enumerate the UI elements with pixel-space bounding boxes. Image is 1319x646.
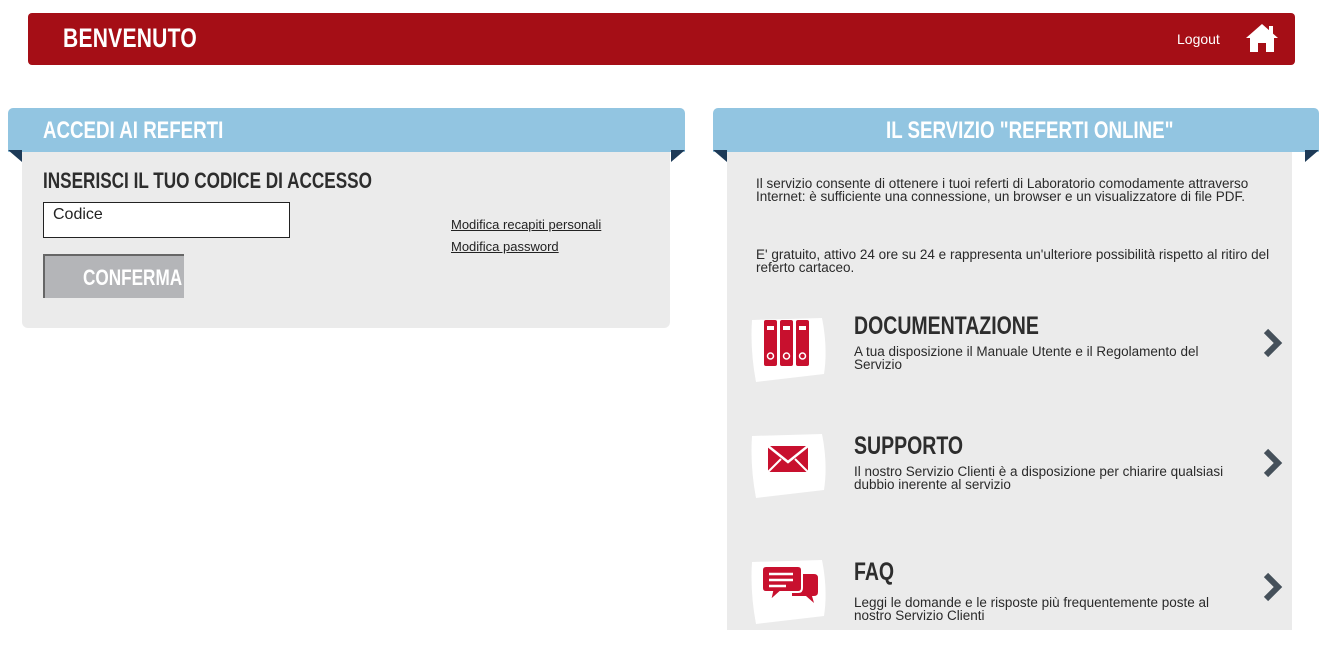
chevron-right-icon[interactable] bbox=[1262, 328, 1284, 358]
support-title: SUPPORTO bbox=[854, 432, 964, 460]
service-panel-title: IL SERVIZIO "REFERTI ONLINE" bbox=[886, 117, 1174, 144]
service-intro-paragraph: Il servizio consente di ottenere i tuoi … bbox=[756, 176, 1249, 204]
header-bar: BENVENUTO Logout bbox=[28, 13, 1295, 65]
documentation-description: A tua disposizione il Manuale Utente e i… bbox=[854, 344, 1199, 372]
service-intro-paragraph-2: E' gratuito, attivo 24 ore su 24 e rappr… bbox=[756, 247, 1270, 275]
panel-fold-decoration bbox=[8, 150, 22, 162]
panel-fold-decoration bbox=[671, 150, 685, 162]
faq-description: Leggi le domande e le risposte più frequ… bbox=[854, 595, 1209, 623]
confirm-button[interactable]: CONFERMA bbox=[43, 254, 184, 298]
edit-password-link[interactable]: Modifica password bbox=[451, 239, 559, 254]
chevron-right-icon[interactable] bbox=[1262, 572, 1284, 602]
edit-contacts-link[interactable]: Modifica recapiti personali bbox=[451, 217, 601, 232]
access-code-heading: INSERISCI IL TUO CODICE DI ACCESSO bbox=[43, 168, 372, 193]
home-icon[interactable] bbox=[1244, 22, 1280, 54]
confirm-button-label: CONFERMA bbox=[83, 265, 183, 290]
documentation-title: DOCUMENTAZIONE bbox=[854, 312, 1039, 340]
page-title: BENVENUTO bbox=[63, 23, 197, 53]
access-code-input[interactable] bbox=[43, 202, 290, 238]
login-panel-header: ACCEDI AI REFERTI bbox=[8, 108, 685, 152]
panel-fold-decoration bbox=[713, 150, 727, 162]
binders-icon bbox=[751, 318, 826, 382]
chat-bubbles-icon bbox=[751, 560, 826, 624]
logout-link[interactable]: Logout bbox=[1177, 31, 1220, 47]
panel-fold-decoration bbox=[1305, 150, 1319, 162]
chevron-right-icon[interactable] bbox=[1262, 448, 1284, 478]
service-panel-header: IL SERVIZIO "REFERTI ONLINE" bbox=[713, 108, 1319, 152]
support-item[interactable]: SUPPORTO Il nostro Servizio Clienti è a … bbox=[748, 430, 1293, 520]
faq-item[interactable]: FAQ Leggi le domande e le risposte più f… bbox=[748, 556, 1293, 646]
documentation-item[interactable]: DOCUMENTAZIONE A tua disposizione il Man… bbox=[748, 310, 1293, 400]
faq-title: FAQ bbox=[854, 558, 895, 586]
support-description: Il nostro Servizio Clienti è a disposizi… bbox=[854, 464, 1224, 492]
envelope-icon bbox=[751, 434, 826, 498]
login-panel-title: ACCEDI AI REFERTI bbox=[43, 117, 224, 144]
